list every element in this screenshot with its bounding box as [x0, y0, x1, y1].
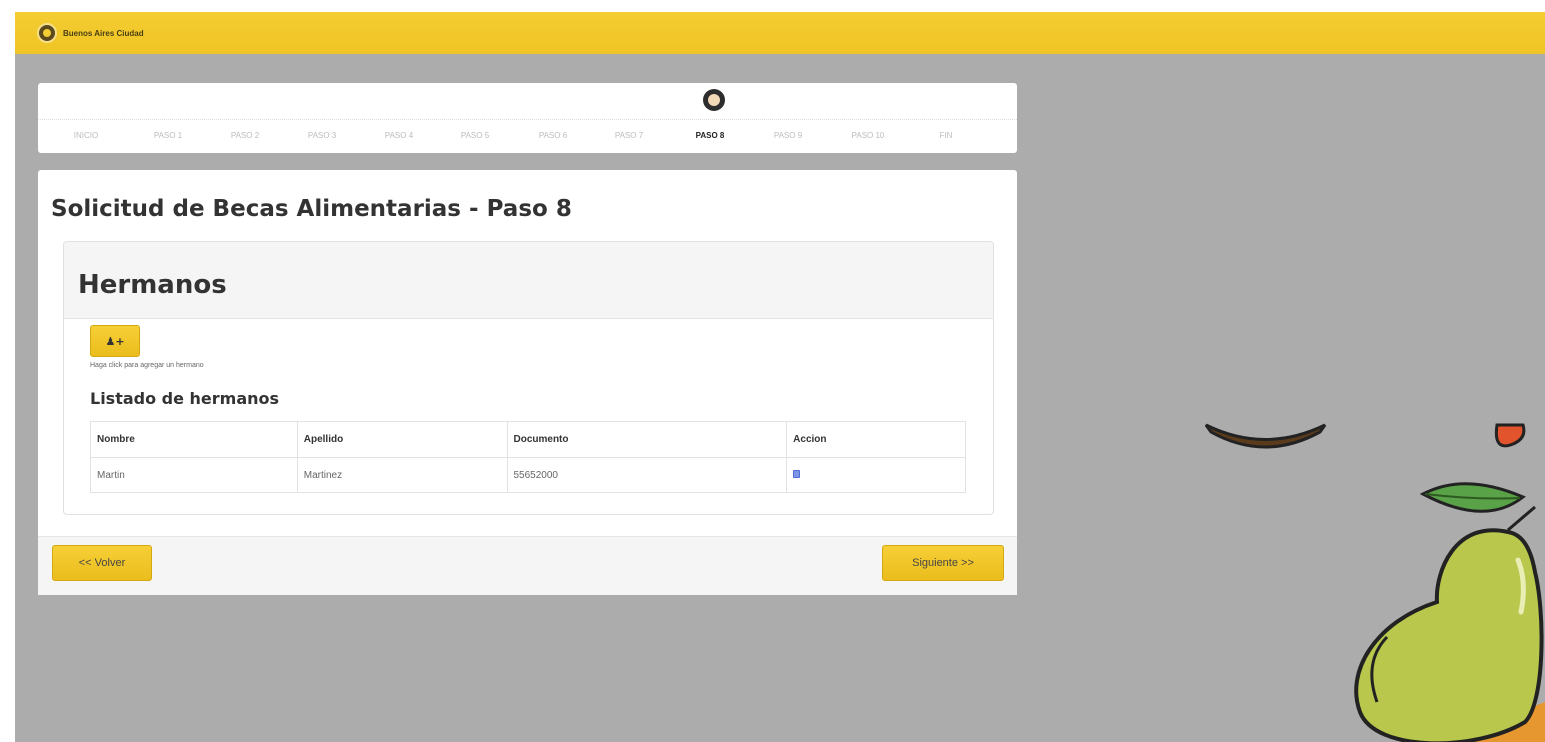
steps-panel: INICIO PASO 1 PASO 2 PASO 3 PASO 4 PASO …: [38, 83, 1017, 153]
step-paso-3[interactable]: PASO 3: [287, 131, 357, 140]
step-paso-2[interactable]: PASO 2: [210, 131, 280, 140]
step-paso-10[interactable]: PASO 10: [833, 131, 903, 140]
back-button[interactable]: << Volver: [52, 545, 152, 581]
table-row: Martin Martinez 55652000: [90, 457, 966, 493]
cell-accion: [786, 457, 966, 493]
next-button[interactable]: Siguiente >>: [882, 545, 1004, 581]
footer-bar: << Volver Siguiente >>: [38, 536, 1017, 595]
column-header-nombre: Nombre: [90, 421, 298, 458]
app-frame: Buenos Aires Ciudad INICIO PASO 1 PASO 2…: [15, 12, 1545, 742]
step-paso-6[interactable]: PASO 6: [518, 131, 588, 140]
card-header: Hermanos: [64, 242, 993, 319]
siblings-table: Nombre Apellido Documento Accion Martin …: [90, 421, 966, 493]
table-header-row: Nombre Apellido Documento Accion: [90, 421, 966, 458]
step-inicio[interactable]: INICIO: [51, 131, 121, 140]
cell-documento: 55652000: [506, 457, 788, 493]
step-paso-1[interactable]: PASO 1: [133, 131, 203, 140]
add-sibling-button[interactable]: ♟+: [90, 325, 140, 357]
step-fin[interactable]: FIN: [911, 131, 981, 140]
step-paso-4[interactable]: PASO 4: [364, 131, 434, 140]
column-header-documento: Documento: [506, 421, 788, 458]
help-text: Haga click para agregar un hermano: [90, 362, 204, 369]
step-paso-8[interactable]: PASO 8: [675, 131, 745, 140]
card-title: Hermanos: [78, 270, 227, 300]
column-header-apellido: Apellido: [296, 421, 508, 458]
step-paso-5[interactable]: PASO 5: [440, 131, 510, 140]
cell-nombre: Martin: [90, 457, 298, 493]
steps-divider: [38, 119, 1017, 120]
add-user-icon: ♟+: [105, 334, 125, 348]
avatar-icon: [703, 89, 725, 111]
trash-icon[interactable]: [793, 469, 801, 478]
step-paso-7[interactable]: PASO 7: [594, 131, 664, 140]
column-header-accion: Accion: [786, 421, 966, 458]
page-title: Solicitud de Becas Alimentarias - Paso 8: [51, 196, 572, 222]
cell-apellido: Martinez: [296, 457, 508, 493]
main-panel: Solicitud de Becas Alimentarias - Paso 8…: [38, 170, 1017, 595]
step-paso-9[interactable]: PASO 9: [753, 131, 823, 140]
hermanos-card: Hermanos ♟+ Haga click para agregar un h…: [63, 241, 994, 515]
list-title: Listado de hermanos: [90, 389, 280, 408]
